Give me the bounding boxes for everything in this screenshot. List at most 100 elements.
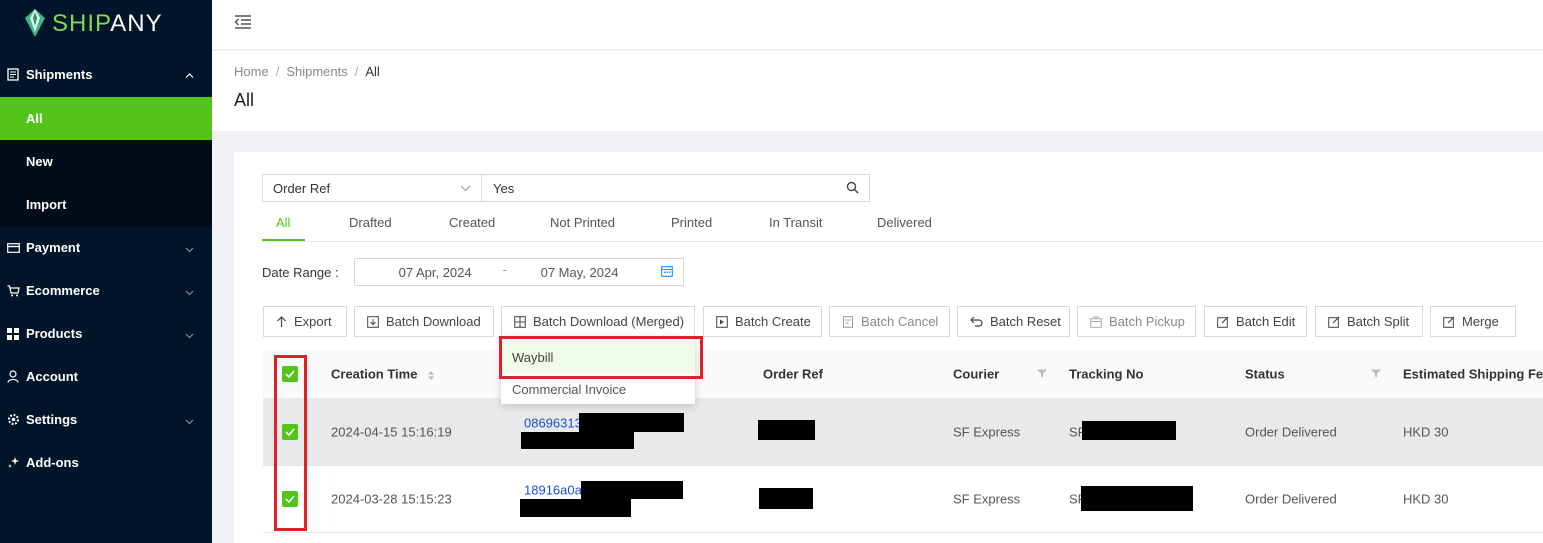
card-icon	[6, 241, 20, 255]
export-button[interactable]: Export	[263, 306, 347, 337]
sidebar-item-ecommerce[interactable]: Ecommerce	[0, 269, 212, 312]
breadcrumb-home[interactable]: Home	[234, 64, 269, 79]
table-row[interactable]: 2024-03-28 15:15:23 18916a0a- SF Express…	[263, 466, 1543, 533]
tab-delivered[interactable]: Delivered	[877, 215, 932, 230]
merge-icon	[1443, 316, 1455, 328]
table-row[interactable]: 2024-04-15 15:16:19 08696313 SF Express …	[263, 399, 1543, 466]
redacted-block	[520, 499, 631, 517]
breadcrumb-current: All	[365, 64, 380, 79]
logo[interactable]: SHIPANY	[0, 0, 212, 48]
batch-download-button[interactable]: Batch Download	[354, 306, 494, 337]
gear-icon	[6, 413, 20, 427]
sort-icon[interactable]	[427, 369, 435, 381]
split-icon	[1328, 316, 1340, 328]
header-courier: Courier	[953, 366, 1000, 382]
chevron-up-icon	[185, 67, 194, 82]
tab-printed[interactable]: Printed	[671, 215, 712, 230]
filter-icon[interactable]	[1037, 367, 1047, 382]
date-start[interactable]: 07 Apr, 2024	[399, 265, 472, 280]
batch-split-button[interactable]: Batch Split	[1315, 306, 1423, 337]
header-creation-time[interactable]: Creation Time	[331, 367, 435, 382]
shipment-id-link[interactable]: 18916a0a-	[524, 483, 586, 498]
batch-reset-button[interactable]: Batch Reset	[957, 306, 1070, 337]
search-input[interactable]: Yes	[482, 174, 870, 202]
breadcrumb: Home / Shipments / All	[234, 64, 380, 79]
document-icon	[6, 67, 20, 81]
sidebar-subitem-all[interactable]: All	[0, 97, 212, 140]
top-header	[212, 0, 1543, 50]
batch-download-merged-button[interactable]: Batch Download (Merged)	[501, 306, 695, 337]
menu-fold-icon[interactable]	[234, 14, 252, 33]
batch-create-button[interactable]: Batch Create	[703, 306, 822, 337]
status: Order Delivered	[1245, 491, 1337, 507]
user-icon	[6, 370, 20, 384]
grid-icon	[6, 327, 20, 341]
shipments-submenu: All New Import	[0, 97, 212, 226]
courier: SF Express	[953, 491, 1021, 507]
sparkle-icon	[6, 456, 20, 470]
shipment-id-link[interactable]: 08696313	[524, 416, 582, 431]
sidebar-item-shipments[interactable]: Shipments	[0, 51, 212, 97]
create-icon	[716, 315, 728, 328]
header-estimated-fee: Estimated Shipping Fee	[1403, 366, 1543, 382]
edit-icon	[1217, 316, 1229, 328]
batch-edit-button[interactable]: Batch Edit	[1204, 306, 1307, 337]
breadcrumb-shipments[interactable]: Shipments	[286, 64, 347, 79]
chevron-down-icon	[185, 412, 194, 427]
filter-icon[interactable]	[1371, 367, 1381, 382]
tab-drafted[interactable]: Drafted	[349, 215, 392, 230]
date-end[interactable]: 07 May, 2024	[541, 265, 619, 280]
batch-pickup-button[interactable]: Batch Pickup	[1077, 306, 1196, 337]
search-icon[interactable]	[846, 181, 859, 197]
logo-text: SHIPANY	[52, 10, 163, 37]
batch-cancel-button[interactable]: Batch Cancel	[829, 306, 950, 337]
header-tracking-no: Tracking No	[1069, 366, 1144, 382]
redacted-tracking	[1082, 421, 1176, 440]
tab-all[interactable]: All	[276, 215, 290, 230]
chevron-down-icon	[185, 326, 194, 341]
chevron-down-icon	[460, 182, 471, 197]
filter-field-select[interactable]: Order Ref	[262, 174, 482, 202]
header-order-ref: Order Ref	[763, 366, 823, 382]
redacted-block	[581, 481, 683, 499]
merge-button[interactable]: Merge	[1430, 306, 1516, 337]
merge-download-icon	[514, 315, 526, 328]
calendar-icon	[660, 265, 673, 280]
page-header: Home / Shipments / All All	[212, 51, 1543, 131]
redacted-block	[521, 432, 634, 449]
estimated-fee: HKD 30	[1403, 491, 1449, 507]
content-card: Order Ref Yes All Drafted Created Not Pr…	[234, 152, 1543, 543]
chevron-down-icon	[185, 283, 194, 298]
shipany-logo-icon	[24, 8, 46, 41]
date-range-row: Date Range : 07 Apr, 2024 - 07 May, 2024	[262, 258, 684, 286]
cancel-doc-icon	[842, 315, 854, 328]
page-title: All	[234, 90, 255, 110]
shipments-table: Creation Time Order Ref Courier Tracking…	[263, 350, 1543, 533]
sidebar-item-payment[interactable]: Payment	[0, 226, 212, 269]
redacted-tracking	[1081, 486, 1193, 511]
filter-row: Order Ref Yes	[262, 174, 870, 202]
tab-in-transit[interactable]: In Transit	[769, 215, 822, 230]
tab-created[interactable]: Created	[449, 215, 495, 230]
redacted-order-ref	[759, 488, 813, 509]
redacted-order-ref	[758, 420, 815, 440]
status: Order Delivered	[1245, 424, 1337, 440]
pickup-icon	[1090, 316, 1102, 328]
sidebar-item-settings[interactable]: Settings	[0, 398, 212, 441]
date-range-picker[interactable]: 07 Apr, 2024 - 07 May, 2024	[353, 258, 684, 286]
sidebar-subitem-new[interactable]: New	[0, 140, 212, 183]
undo-icon	[970, 316, 983, 327]
annotation-highlight-waybill	[499, 336, 703, 379]
header-status: Status	[1245, 366, 1285, 382]
courier: SF Express	[953, 424, 1021, 440]
creation-time: 2024-03-28 15:15:23	[331, 491, 452, 507]
sidebar-item-addons[interactable]: Add-ons	[0, 441, 212, 484]
arrow-up-icon	[276, 315, 287, 328]
redacted-block	[579, 413, 684, 432]
sidebar-subitem-import[interactable]: Import	[0, 183, 212, 226]
annotation-highlight-checkboxes	[274, 355, 307, 531]
download-icon	[367, 315, 379, 328]
sidebar-item-account[interactable]: Account	[0, 355, 212, 398]
sidebar-item-products[interactable]: Products	[0, 312, 212, 355]
tab-not-printed[interactable]: Not Printed	[550, 215, 615, 230]
